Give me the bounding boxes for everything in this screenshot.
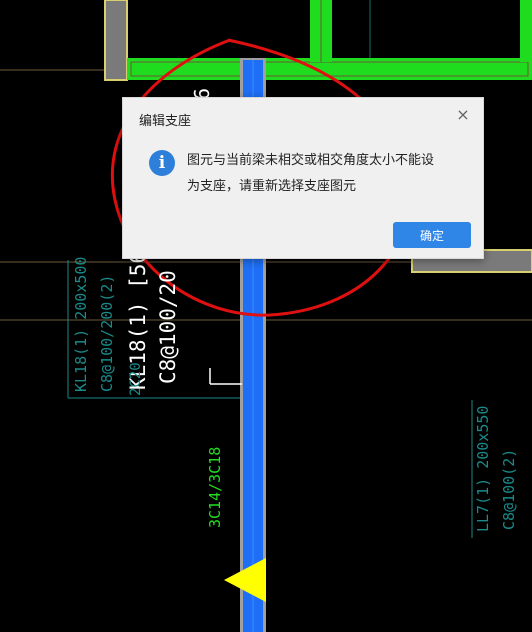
beam-label-c8-main[interactable]: C8@100/20: [156, 270, 180, 384]
ok-button[interactable]: 确定: [393, 222, 471, 248]
close-icon[interactable]: ×: [455, 107, 471, 123]
dialog-message-line1: 图元与当前梁未相交或相交角度太小不能设: [187, 153, 435, 168]
edit-support-dialog: 编辑支座 × i 图元与当前梁未相交或相交角度太小不能设 为支座，请重新选择支座…: [122, 97, 484, 259]
dialog-message: 图元与当前梁未相交或相交角度太小不能设 为支座，请重新选择支座图元: [187, 148, 457, 200]
rebar-label-3c14[interactable]: 3C14/3C18: [206, 447, 224, 528]
beam-label-ll7-c8[interactable]: C8@100(2): [500, 449, 518, 530]
column-top-left[interactable]: [104, 0, 128, 81]
info-icon: i: [149, 150, 175, 176]
beam-label-c8-small[interactable]: C8@100/200(2): [98, 275, 116, 392]
dialog-message-line2: 为支座，请重新选择支座图元: [187, 179, 357, 194]
beam-label-kl18-small[interactable]: KL18(1) 200x500: [72, 257, 90, 392]
dialog-title: 编辑支座: [139, 114, 192, 129]
beam-label-cut: 2C20: [128, 362, 144, 396]
green-beam-vertical-right[interactable]: [520, 0, 532, 62]
beam-label-ll7[interactable]: LL7(1) 200x550: [474, 406, 492, 532]
